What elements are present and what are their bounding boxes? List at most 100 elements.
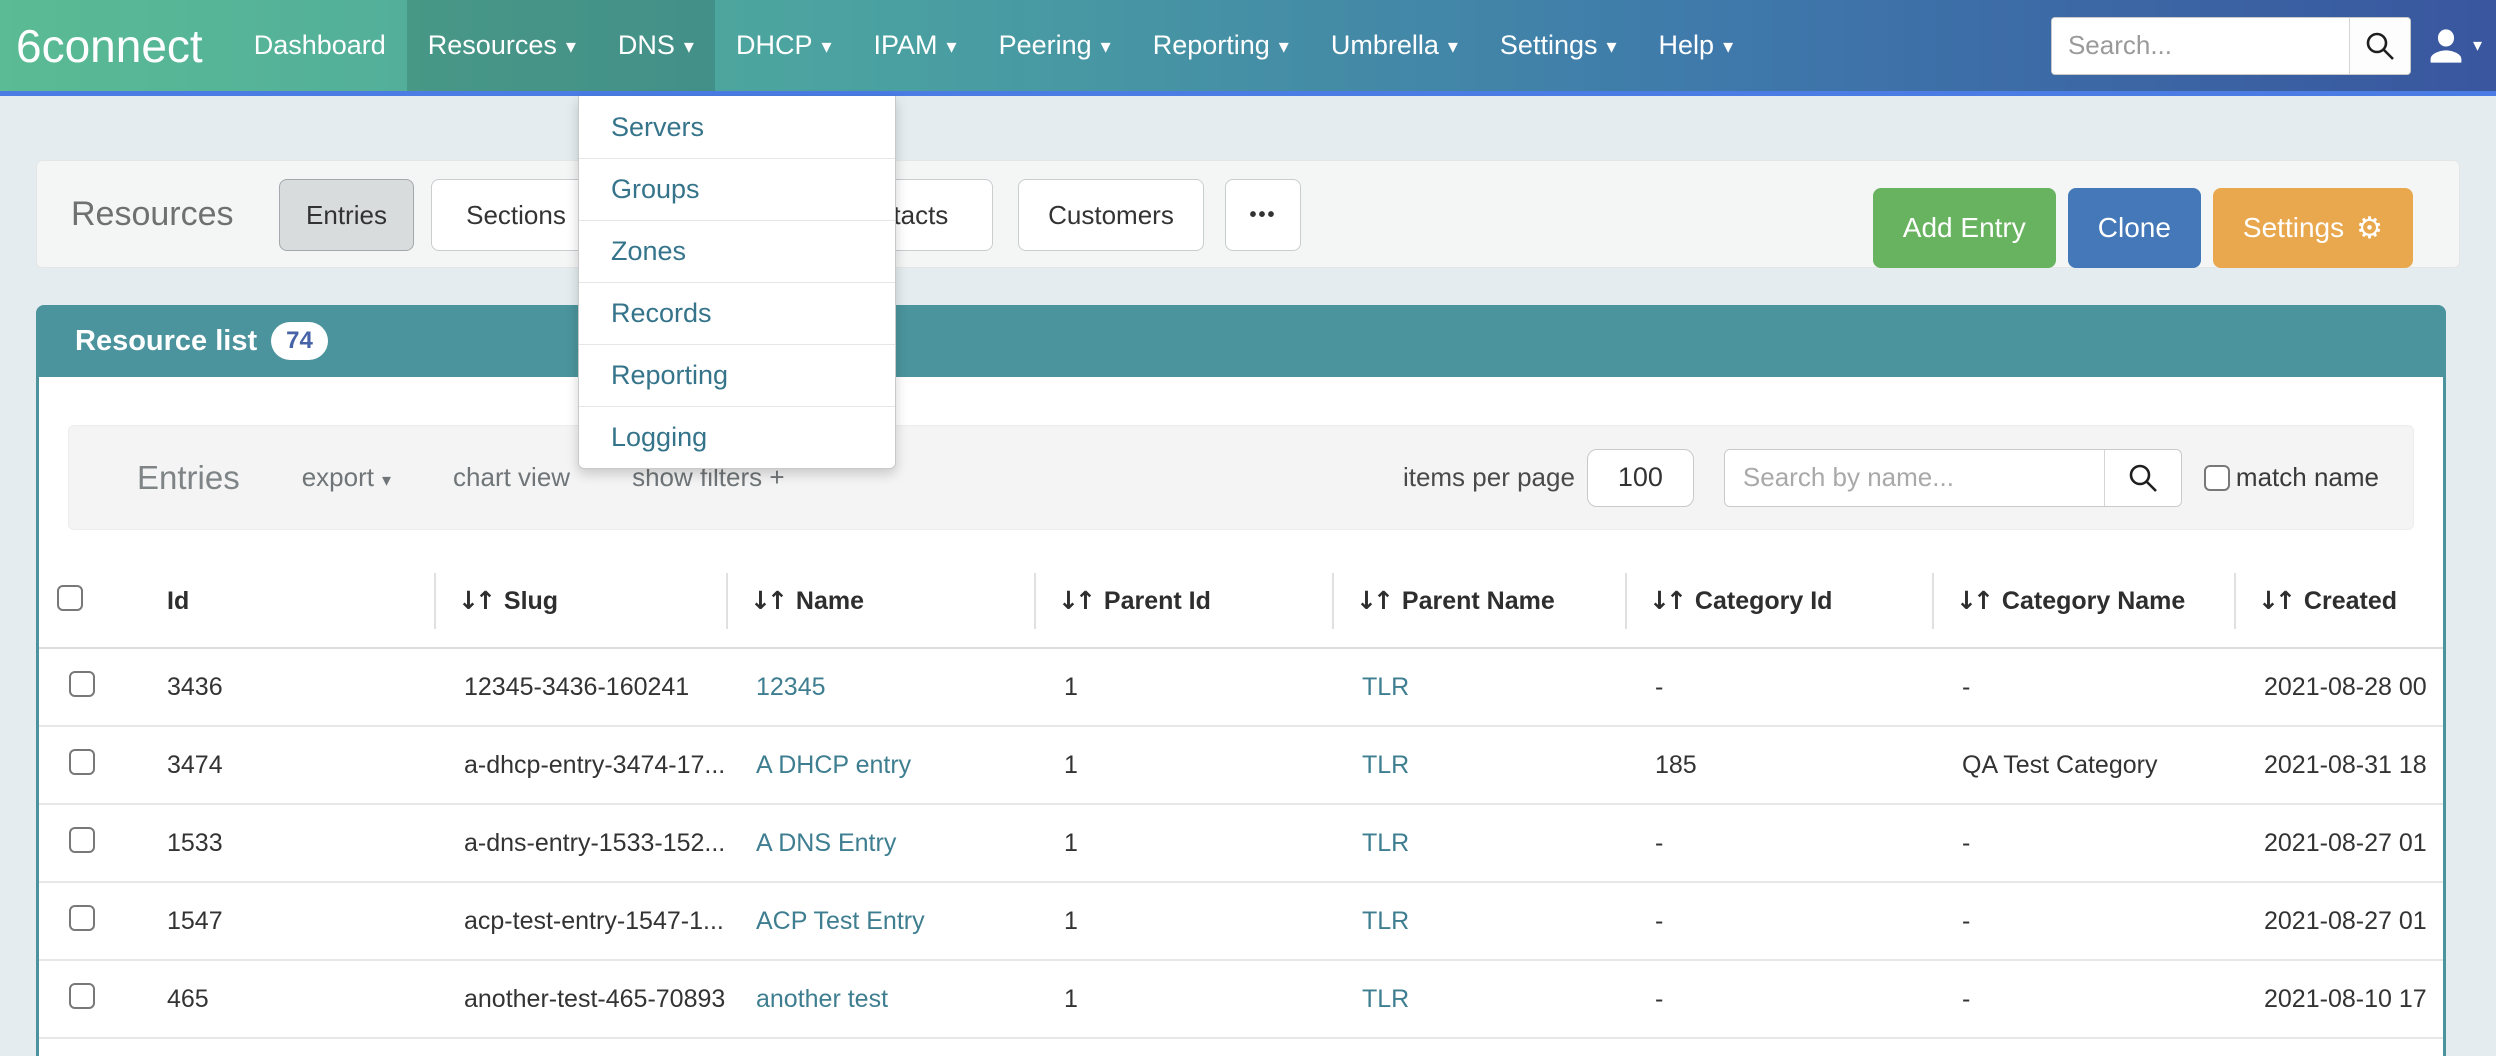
- nav-item-ipam[interactable]: IPAM ▾: [853, 0, 978, 91]
- menu-item-label: Groups: [611, 174, 700, 205]
- row-checkbox[interactable]: [69, 749, 95, 775]
- nav-item-umbrella[interactable]: Umbrella ▾: [1310, 0, 1479, 91]
- name-search-input[interactable]: [1725, 450, 2104, 506]
- select-all-checkbox[interactable]: [57, 585, 83, 611]
- cell-category_name: -: [1932, 907, 2234, 936]
- col-header-slug[interactable]: ↓↑Slug: [434, 586, 726, 616]
- match-name-label: match name: [2236, 462, 2379, 493]
- global-search-input[interactable]: [2052, 18, 2349, 74]
- cell-created: 2021-08-10 17: [2234, 985, 2446, 1014]
- nav-item-resources[interactable]: Resources ▾: [407, 0, 597, 91]
- name-link[interactable]: 12345: [756, 673, 826, 701]
- row-checkbox[interactable]: [69, 827, 95, 853]
- chevron-down-icon: ▾: [947, 34, 957, 58]
- row-checkbox[interactable]: [69, 671, 95, 697]
- name-link[interactable]: ACP Test Entry: [756, 907, 925, 935]
- brand-logo[interactable]: 6connect: [0, 19, 211, 73]
- nav-item-settings[interactable]: Settings ▾: [1479, 0, 1638, 91]
- row-checkbox[interactable]: [69, 905, 95, 931]
- column-divider: [1034, 573, 1036, 629]
- resource-list-title: Resource list: [75, 325, 257, 358]
- parent_name-link[interactable]: TLR: [1362, 985, 1409, 1013]
- resource-list-header: Resource list 74: [36, 305, 2446, 377]
- sort-icon: ↓↑: [2258, 586, 2292, 615]
- dns-menu-item-groups[interactable]: Groups: [579, 158, 895, 220]
- table-row: 3474a-dhcp-entry-3474-17...A DHCP entry1…: [39, 727, 2443, 805]
- items-per-page-label: items per page: [1403, 462, 1575, 493]
- nav-item-dashboard[interactable]: Dashboard: [233, 0, 407, 91]
- dns-menu-item-zones[interactable]: Zones: [579, 220, 895, 282]
- column-label: Parent Name: [1402, 587, 1555, 615]
- dns-menu-item-reporting[interactable]: Reporting: [579, 344, 895, 406]
- global-search-button[interactable]: [2349, 18, 2410, 74]
- col-header-created[interactable]: ↓↑ Created: [2234, 586, 2446, 616]
- nav-item-reporting[interactable]: Reporting ▾: [1132, 0, 1310, 91]
- cell-parent_name: TLR: [1332, 907, 1625, 936]
- cell-parent_id: 1: [1034, 751, 1332, 780]
- cell-slug: 12345-3436-160241: [434, 673, 726, 702]
- column-divider: [726, 573, 728, 629]
- parent_name-link[interactable]: TLR: [1362, 673, 1409, 701]
- col-header-parent-id[interactable]: ↓↑Parent Id: [1034, 586, 1332, 616]
- button-label: Add Entry: [1903, 212, 2026, 244]
- cell-slug: a-dhcp-entry-3474-17...: [434, 751, 726, 780]
- chevron-down-icon: ▾: [382, 470, 391, 491]
- global-search: [2051, 17, 2411, 75]
- cell-name: A DNS Entry: [726, 829, 1034, 858]
- dns-menu-item-logging[interactable]: Logging: [579, 406, 895, 468]
- tab-more[interactable]: •••: [1225, 179, 1301, 251]
- cell-parent_name: TLR: [1332, 985, 1625, 1014]
- col-header-parent-name[interactable]: ↓↑Parent Name: [1332, 586, 1625, 616]
- tab-entries[interactable]: Entries: [279, 179, 414, 251]
- match-name-checkbox[interactable]: [2204, 465, 2230, 491]
- dns-menu-item-servers[interactable]: Servers: [579, 96, 895, 158]
- table-row: 1547acp-test-entry-1547-1...ACP Test Ent…: [39, 883, 2443, 961]
- nav-item-peering[interactable]: Peering ▾: [978, 0, 1132, 91]
- cell-category_name: -: [1932, 985, 2234, 1014]
- sort-icon: ↓↑: [1058, 586, 1092, 615]
- col-header-name[interactable]: ↓↑Name: [726, 586, 1034, 616]
- name-search-button[interactable]: [2104, 450, 2181, 506]
- nav-item-help[interactable]: Help ▾: [1638, 0, 1755, 91]
- column-label: Category Id: [1695, 587, 1833, 615]
- cell-category_id: -: [1625, 907, 1932, 936]
- add-entry-button[interactable]: Add Entry: [1873, 188, 2056, 268]
- chart-view-link[interactable]: chart view: [453, 462, 570, 493]
- user-menu[interactable]: ▾: [2425, 25, 2482, 67]
- settings-button[interactable]: Settings ⚙: [2213, 188, 2413, 268]
- parent_name-link[interactable]: TLR: [1362, 751, 1409, 779]
- tab-sections[interactable]: Sections: [431, 179, 601, 251]
- parent_name-link[interactable]: TLR: [1362, 829, 1409, 857]
- nav-item-dns[interactable]: DNS ▾: [597, 0, 715, 91]
- row-checkbox[interactable]: [69, 983, 95, 1009]
- nav-item-label: IPAM: [874, 30, 938, 61]
- tab-customers[interactable]: Customers: [1018, 179, 1204, 251]
- toolbar-right: items per page match name: [1403, 449, 2379, 507]
- chevron-down-icon: ▾: [566, 34, 576, 58]
- nav-item-label: DHCP: [736, 30, 813, 61]
- cell-parent_name: TLR: [1332, 829, 1625, 858]
- items-per-page-input[interactable]: [1587, 449, 1694, 507]
- dns-menu-item-records[interactable]: Records: [579, 282, 895, 344]
- col-header-category-name[interactable]: ↓↑Category Name: [1932, 586, 2234, 616]
- parent_name-link[interactable]: TLR: [1362, 907, 1409, 935]
- export-link[interactable]: export▾: [302, 462, 391, 493]
- nav-item-dhcp[interactable]: DHCP ▾: [715, 0, 853, 91]
- clone-button[interactable]: Clone: [2068, 188, 2201, 268]
- column-label: Created: [2304, 587, 2397, 615]
- table-row: 1533a-dns-entry-1533-152...A DNS Entry1T…: [39, 805, 2443, 883]
- name-link[interactable]: A DHCP entry: [756, 751, 911, 779]
- cell-slug: a-dns-entry-1533-152...: [434, 829, 726, 858]
- cell-parent_id: 1: [1034, 673, 1332, 702]
- cell-slug: another-test-465-70893: [434, 985, 726, 1014]
- search-icon: [2126, 461, 2160, 495]
- column-divider: [1625, 573, 1627, 629]
- col-header-category-id[interactable]: ↓↑Category Id: [1625, 586, 1932, 616]
- name-link[interactable]: A DNS Entry: [756, 829, 896, 857]
- name-link[interactable]: another test: [756, 985, 888, 1013]
- cell-parent_id: 1: [1034, 907, 1332, 936]
- nav-item-label: Reporting: [1153, 30, 1270, 61]
- table-header-row: Id↓↑Slug↓↑Name↓↑Parent Id↓↑Parent Name↓↑…: [39, 555, 2443, 649]
- resources-header-band: Resources EntriesSectionsContactsCustome…: [36, 160, 2460, 268]
- menu-item-label: Servers: [611, 112, 704, 143]
